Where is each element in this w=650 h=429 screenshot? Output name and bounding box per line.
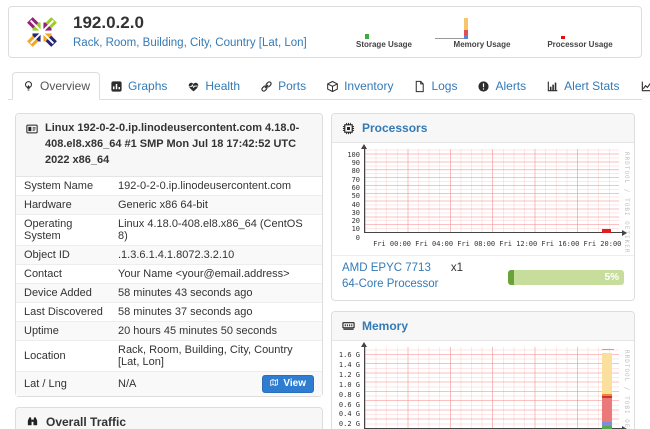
processors-header[interactable]: Processors <box>332 114 634 143</box>
memory-usage-sparkline[interactable]: Memory Usage <box>435 15 529 49</box>
table-row: Lat / Lng N/A View <box>16 371 322 396</box>
table-row: Operating SystemLinux 4.18.0-408.el8.x86… <box>16 214 322 245</box>
storage-usage-sparkline[interactable]: Storage Usage <box>337 15 431 49</box>
tab-logs[interactable]: Logs <box>403 72 467 100</box>
lightbulb-icon <box>22 80 35 93</box>
device-title-block: 192.0.2.0 Rack, Room, Building, City, Co… <box>73 13 307 51</box>
table-row: Last Discovered58 minutes 37 seconds ago <box>16 302 322 321</box>
tab-alert-stats[interactable]: Alert Stats <box>536 72 629 100</box>
cpu-model-link[interactable]: AMD EPYC 7713 <box>342 262 431 274</box>
memory-icon <box>342 319 355 332</box>
device-tabs: Overview Graphs Health Ports Inventory L… <box>8 69 642 100</box>
memory-card: Memory 1.6 G1.4 G1.2 G1.0 G0.8 G0.6 G0.4… <box>331 311 635 429</box>
table-row: LocationRack, Room, Building, City, Coun… <box>16 340 322 371</box>
binoculars-icon <box>26 415 39 428</box>
rrdtool-watermark: RRDTOOL / TOBI OETIKER <box>619 347 630 429</box>
processors-graph[interactable]: 1009080706050403020100 Fri 00:00Fri 04:0… <box>334 149 630 253</box>
cpu-count: x1 <box>451 262 463 274</box>
tab-alerts[interactable]: Alerts <box>467 72 536 100</box>
tab-graphs[interactable]: Graphs <box>100 72 177 100</box>
heart-icon <box>187 80 200 93</box>
rrdtool-watermark: RRDTOOL / TOBI OETIKER <box>619 149 630 253</box>
table-row: Uptime20 hours 45 minutes 50 seconds <box>16 321 322 340</box>
processors-card: Processors 1009080706050403020100 Fri 00… <box>331 113 635 301</box>
memory-header[interactable]: Memory <box>332 312 634 341</box>
device-info-card: Linux 192-0-2-0.ip.linodeusercontent.com… <box>15 113 323 397</box>
cpu-usage-fill <box>508 270 514 285</box>
centos-logo <box>23 13 61 51</box>
tab-latency[interactable]: Latency <box>630 72 650 100</box>
cube-icon <box>326 80 339 93</box>
line-chart-icon <box>640 80 650 93</box>
device-location-link[interactable]: Rack, Room, Building, City, Country [Lat… <box>73 37 307 49</box>
file-icon <box>413 80 426 93</box>
device-info-table: System Name192-0-2-0.ip.linodeuserconten… <box>16 177 322 396</box>
table-row: Object ID.1.3.6.1.4.1.8072.3.2.10 <box>16 245 322 264</box>
bar-chart-icon <box>546 80 559 93</box>
memory-graph[interactable]: 1.6 G1.4 G1.2 G1.0 G0.8 G0.6 G0.4 G0.2 G… <box>334 347 630 429</box>
device-hostname: 192.0.2.0 <box>73 13 307 33</box>
usage-sparklines: Storage Usage Memory Usage Processor Usa… <box>337 15 631 49</box>
device-icon <box>26 123 38 135</box>
device-info-header: Linux 192-0-2-0.ip.linodeusercontent.com… <box>16 114 322 177</box>
view-map-button[interactable]: View <box>262 375 314 393</box>
overall-traffic-header: Overall Traffic <box>16 408 322 429</box>
table-row: ContactYour Name <your@email.address> <box>16 264 322 283</box>
processor-usage-label: Processor Usage <box>533 40 627 49</box>
overall-traffic-card: Overall Traffic 150 k100 k50 k0 RRDTOOL … <box>15 407 323 429</box>
memory-usage-label: Memory Usage <box>435 40 529 49</box>
device-os-string: Linux 192-0-2-0.ip.linodeusercontent.com… <box>45 121 312 169</box>
link-icon <box>260 80 273 93</box>
tab-health[interactable]: Health <box>177 72 250 100</box>
map-icon <box>270 378 279 390</box>
device-header: 192.0.2.0 Rack, Room, Building, City, Co… <box>8 6 642 58</box>
processor-usage-sparkline[interactable]: Processor Usage <box>533 15 627 49</box>
microchip-icon <box>342 122 355 135</box>
alert-circle-icon <box>477 80 490 93</box>
table-row: HardwareGeneric x86 64-bit <box>16 195 322 214</box>
cpu-usage-bar: 5% <box>508 270 624 285</box>
cpu-description-link[interactable]: 64-Core Processor <box>342 278 439 290</box>
device-overview-page: 192.0.2.0 Rack, Room, Building, City, Co… <box>0 0 650 429</box>
tab-overview[interactable]: Overview <box>12 72 100 100</box>
cpu-row: AMD EPYC 7713 x1 64-Core Processor 5% <box>332 255 634 299</box>
graphs-icon <box>110 80 123 93</box>
table-row: System Name192-0-2-0.ip.linodeuserconten… <box>16 177 322 195</box>
tab-ports[interactable]: Ports <box>250 72 316 100</box>
tab-inventory[interactable]: Inventory <box>316 72 403 100</box>
cpu-usage-percent: 5% <box>605 270 619 285</box>
storage-usage-label: Storage Usage <box>337 40 431 49</box>
table-row: Device Added58 minutes 43 seconds ago <box>16 283 322 302</box>
